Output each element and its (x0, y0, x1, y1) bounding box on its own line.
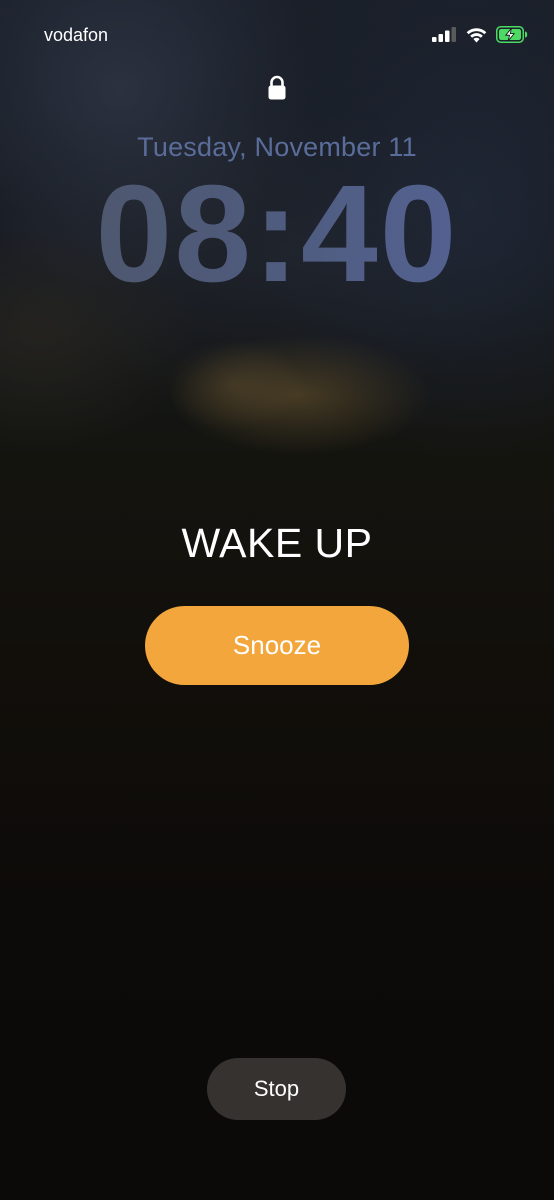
carrier-name: vodafon (44, 25, 109, 45)
cellular-signal-icon (432, 27, 456, 42)
stop-button[interactable]: Stop (207, 1058, 346, 1120)
status-bar: vodafon (0, 0, 554, 70)
wifi-icon (466, 27, 487, 43)
alarm-label: WAKE UP (181, 520, 373, 566)
lock-screen-time: 08:40 (0, 164, 554, 304)
lock-screen: vodafon Tuesday, November 11 08:40 WAKE … (0, 0, 554, 1200)
status-icons (432, 23, 528, 45)
battery-charging-icon (496, 25, 528, 43)
snooze-button[interactable]: Snooze (145, 606, 409, 685)
lock-icon (268, 75, 286, 100)
